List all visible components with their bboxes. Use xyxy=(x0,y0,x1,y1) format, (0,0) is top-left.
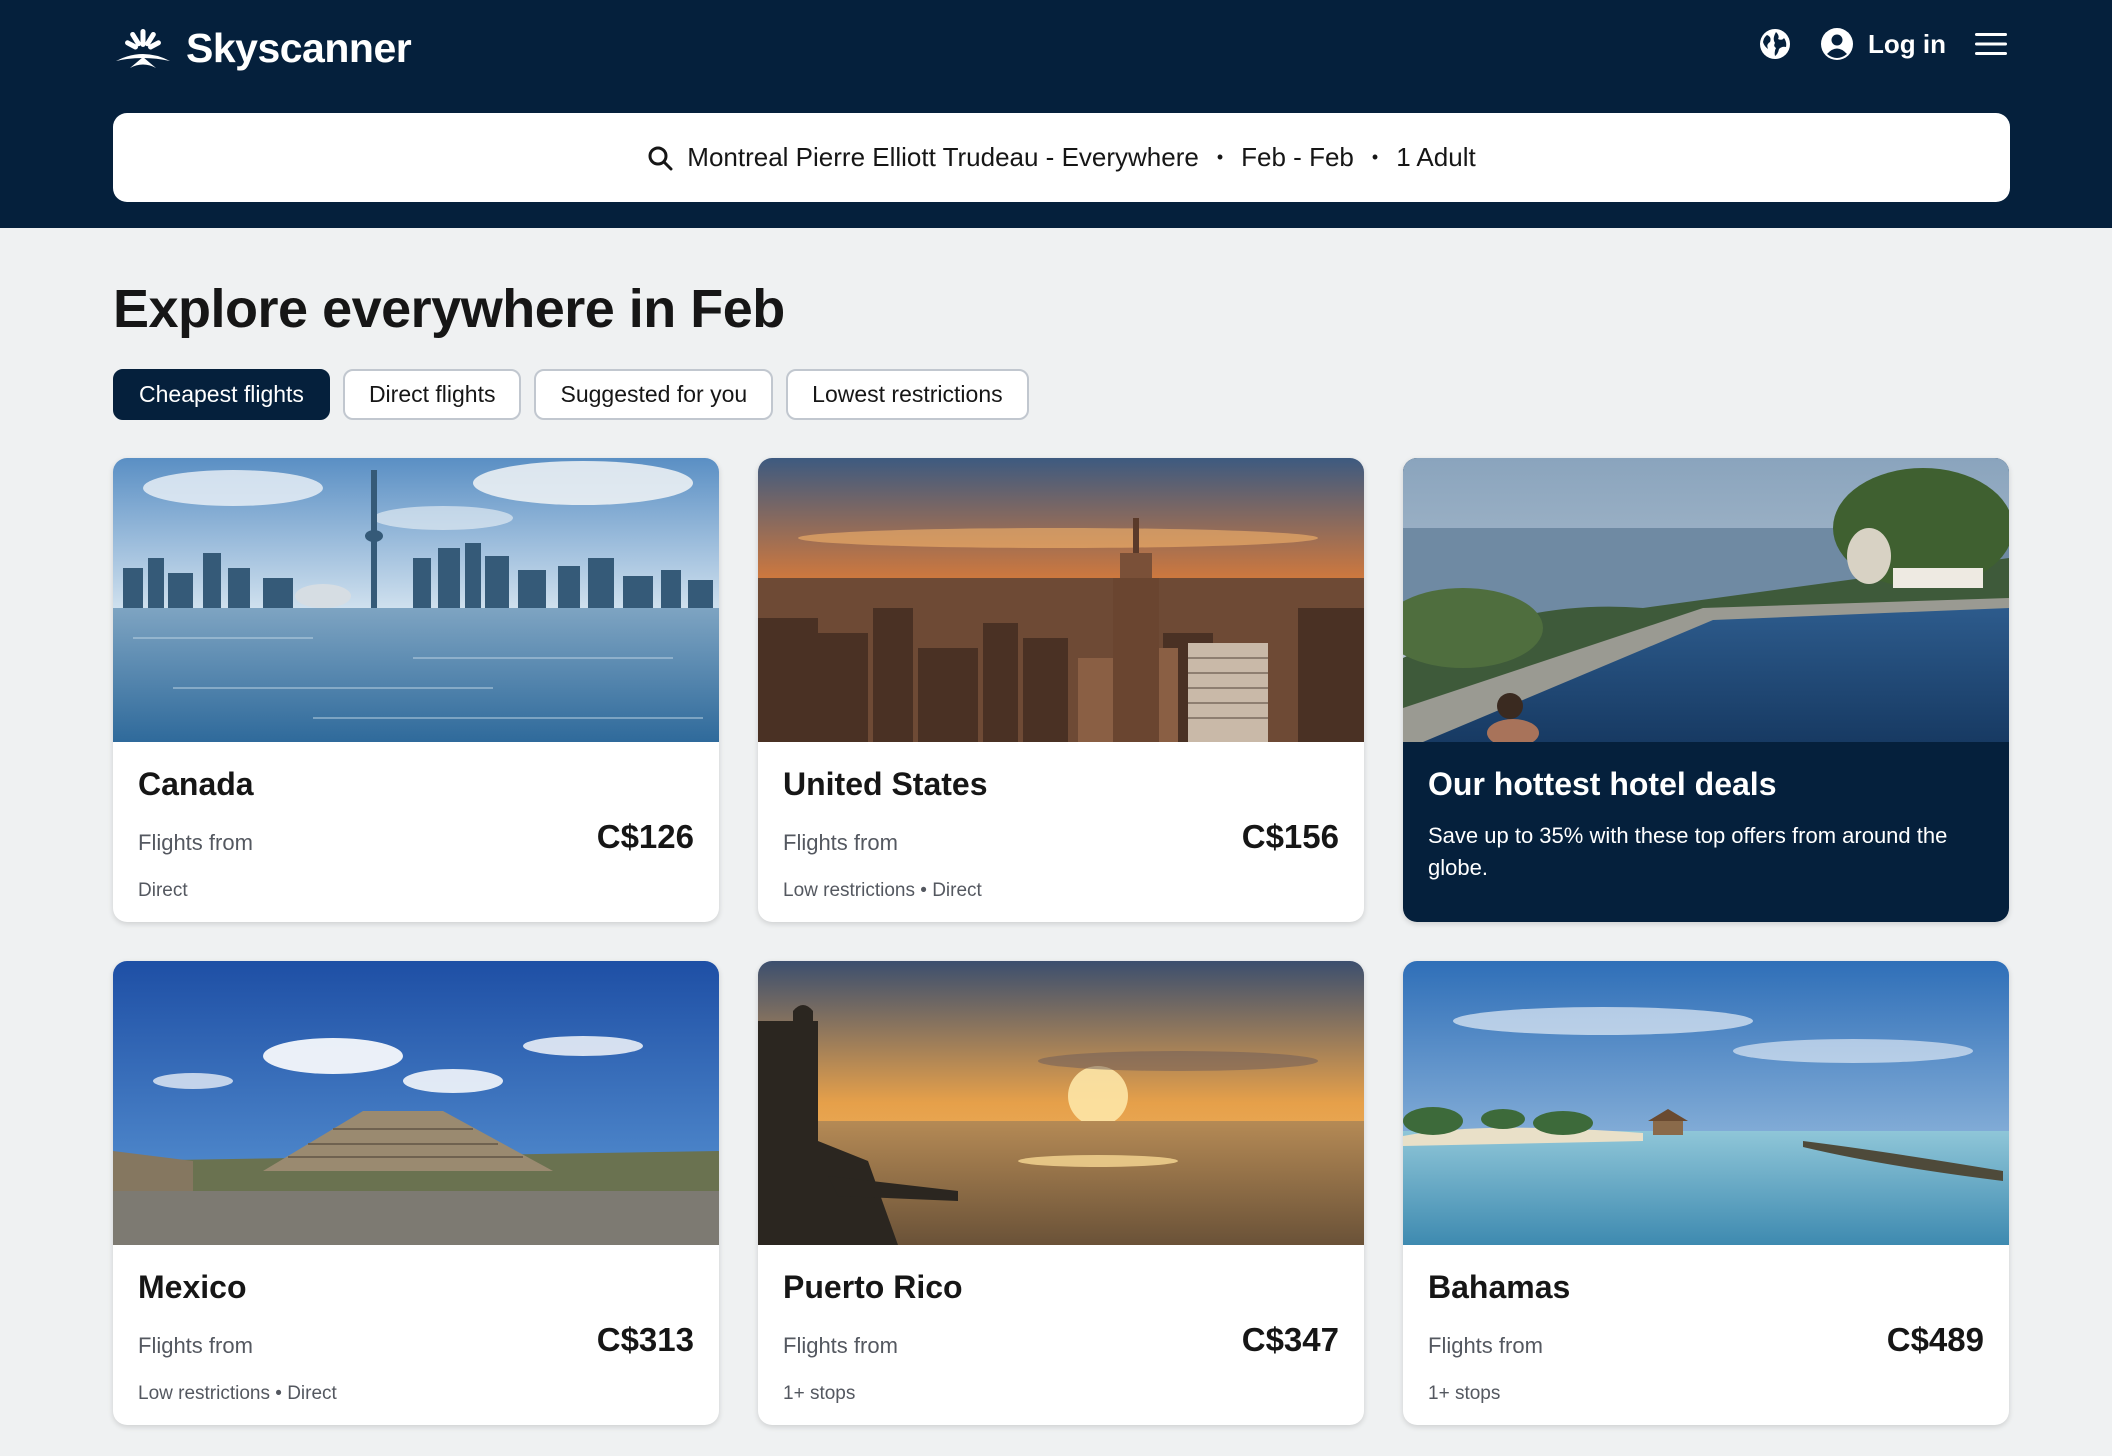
destination-card-bahamas[interactable]: Bahamas Flights from C$489 1+ stops xyxy=(1403,961,2009,1425)
destination-grid: Canada Flights from C$126 Direct United … xyxy=(113,458,2010,1425)
login-button[interactable]: Log in xyxy=(1820,27,1946,61)
filter-cheapest-flights[interactable]: Cheapest flights xyxy=(113,369,330,420)
destination-card-united-states[interactable]: United States Flights from C$156 Low res… xyxy=(758,458,1364,922)
user-circle-icon xyxy=(1821,28,1854,60)
destination-price: C$347 xyxy=(1241,1321,1339,1358)
card-body: Canada Flights from C$126 Direct xyxy=(138,742,694,922)
globe-icon xyxy=(1760,29,1791,59)
skyscanner-logo[interactable]: Skyscanner xyxy=(112,20,412,76)
destination-price: C$126 xyxy=(596,818,694,855)
destination-price: C$489 xyxy=(1886,1321,1984,1358)
card-body: United States Flights from C$156 Low res… xyxy=(783,742,1339,922)
flight-tags: Direct xyxy=(138,880,188,901)
bahamas-beach-image xyxy=(1403,961,2009,1245)
card-body: Puerto Rico Flights from C$347 1+ stops xyxy=(783,1245,1339,1425)
teotihuacan-pyramid-image xyxy=(113,961,719,1245)
destination-card-puerto-rico[interactable]: Puerto Rico Flights from C$347 1+ stops xyxy=(758,961,1364,1425)
destination-card-canada[interactable]: Canada Flights from C$126 Direct xyxy=(113,458,719,922)
puerto-rico-sunset-image xyxy=(758,961,1364,1245)
filter-suggested-for-you[interactable]: Suggested for you xyxy=(534,369,774,420)
infinity-pool-image xyxy=(1403,458,2009,742)
destination-price: C$156 xyxy=(1241,818,1339,855)
flights-from-label: Flights from xyxy=(138,1333,253,1358)
region-settings-button[interactable] xyxy=(1758,27,1792,61)
flights-from-label: Flights from xyxy=(783,830,898,855)
card-body: Mexico Flights from C$313 Low restrictio… xyxy=(138,1245,694,1425)
destination-name: Mexico xyxy=(138,1269,247,1305)
hamburger-menu-icon xyxy=(1975,33,2007,55)
main-menu-button[interactable] xyxy=(1974,31,2008,57)
search-summary-bar[interactable]: Montreal Pierre Elliott Trudeau - Everyw… xyxy=(113,113,2010,202)
destination-name: Bahamas xyxy=(1428,1269,1571,1305)
promo-description: Save up to 35% with these top offers fro… xyxy=(1428,823,1948,880)
flights-from-label: Flights from xyxy=(783,1333,898,1358)
destination-price: C$313 xyxy=(596,1321,694,1358)
search-route: Montreal Pierre Elliott Trudeau - Everyw… xyxy=(687,142,1199,172)
destination-name: Canada xyxy=(138,766,254,802)
top-header: Skyscanner Log in Montreal Pierre Elliot… xyxy=(0,0,2112,228)
destination-card-mexico[interactable]: Mexico Flights from C$313 Low restrictio… xyxy=(113,961,719,1425)
destination-name: Puerto Rico xyxy=(783,1269,963,1305)
sunburst-logo-icon xyxy=(116,29,170,68)
brand-name: Skyscanner xyxy=(186,24,412,71)
page-title: Explore everywhere in Feb xyxy=(113,279,785,339)
filter-chips: Cheapest flights Direct flights Suggeste… xyxy=(113,369,1029,420)
separator-dot: • xyxy=(1216,147,1224,167)
hotel-deals-promo-card[interactable]: Our hottest hotel deals Save up to 35% w… xyxy=(1403,458,2009,922)
new-york-sunset-image xyxy=(758,458,1364,742)
search-dates: Feb - Feb xyxy=(1241,142,1354,172)
flight-tags: Low restrictions • Direct xyxy=(138,1383,337,1404)
separator-dot: • xyxy=(1371,147,1379,167)
destination-name: United States xyxy=(783,766,988,802)
search-travellers: 1 Adult xyxy=(1396,142,1476,172)
promo-body: Our hottest hotel deals Save up to 35% w… xyxy=(1428,742,1984,922)
search-icon xyxy=(648,146,673,170)
card-body: Bahamas Flights from C$489 1+ stops xyxy=(1428,1245,1984,1425)
toronto-skyline-image xyxy=(113,458,719,742)
flights-from-label: Flights from xyxy=(1428,1333,1543,1358)
header-actions: Log in xyxy=(1758,20,2008,68)
flight-tags: 1+ stops xyxy=(1428,1383,1501,1404)
login-label: Log in xyxy=(1868,28,1946,59)
promo-title: Our hottest hotel deals xyxy=(1428,766,1777,802)
filter-lowest-restrictions[interactable]: Lowest restrictions xyxy=(786,369,1029,420)
flight-tags: 1+ stops xyxy=(783,1383,856,1404)
filter-direct-flights[interactable]: Direct flights xyxy=(342,369,522,420)
flight-tags: Low restrictions • Direct xyxy=(783,880,982,901)
flights-from-label: Flights from xyxy=(138,830,253,855)
